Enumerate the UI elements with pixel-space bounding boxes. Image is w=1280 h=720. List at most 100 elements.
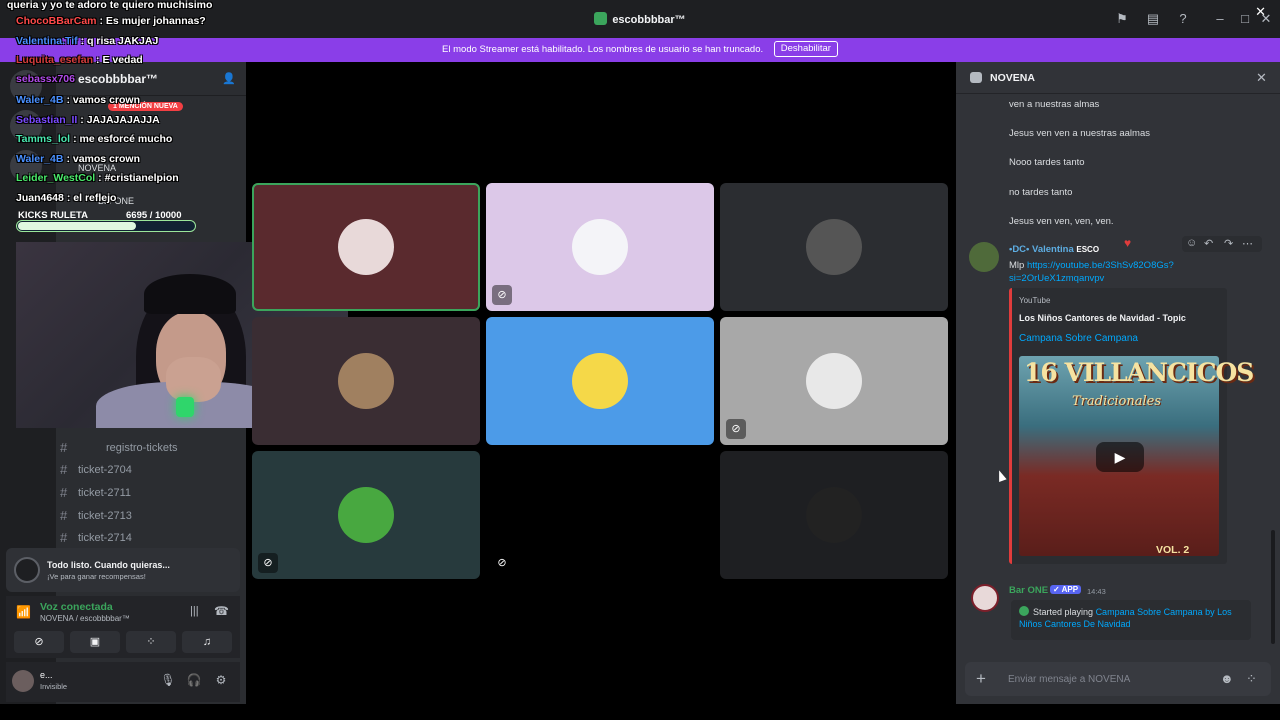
channel-registro-tickets[interactable]: # registro-tickets bbox=[60, 437, 240, 459]
banner-close-icon[interactable]: ✕ bbox=[1255, 0, 1266, 24]
avatar[interactable] bbox=[12, 670, 34, 692]
activities-button[interactable]: ⁘ bbox=[126, 631, 176, 653]
hash-icon: # bbox=[60, 530, 68, 545]
screen-share-button[interactable]: ▣ bbox=[70, 631, 120, 653]
forward-icon[interactable]: ↷ bbox=[1224, 237, 1233, 250]
avatar bbox=[806, 219, 862, 275]
soundboard-button[interactable]: ♫ bbox=[182, 631, 232, 653]
mute-icon: ⊘ bbox=[492, 553, 512, 573]
banner-text: El modo Streamer está habilitado. Los no… bbox=[442, 44, 764, 55]
channel-ticket-2704[interactable]: # ticket-2704 bbox=[60, 459, 240, 481]
emoji-icon[interactable]: ☻ bbox=[1220, 671, 1234, 686]
thread-title: NOVENA bbox=[990, 72, 1035, 84]
message-link[interactable]: https://youtube.be/3ShSv82O8Gs?si=2OrUeX… bbox=[1009, 260, 1174, 284]
help-icon[interactable]: ? bbox=[1175, 11, 1191, 27]
add-attachment-icon[interactable]: + bbox=[976, 669, 986, 689]
chat-text: : me esforcé mucho bbox=[73, 133, 173, 145]
webcam-hand bbox=[166, 357, 221, 402]
add-reaction-icon[interactable]: ☺ bbox=[1186, 237, 1197, 249]
microphone-icon[interactable]: 🎙 bbox=[160, 672, 176, 688]
message-author[interactable]: •DC• Valentina ESCO bbox=[1009, 244, 1099, 255]
embed-title[interactable]: Campana Sobre Campana bbox=[1019, 333, 1138, 344]
chat-text: : E vedad bbox=[96, 54, 143, 66]
overlay-chat-line: queria y yo te adoro te quiero muchisimo bbox=[4, 0, 212, 11]
channel-ticket-2714[interactable]: # ticket-2714 bbox=[60, 527, 240, 549]
more-options-icon[interactable]: ⋯ bbox=[1242, 237, 1253, 250]
chat-username: ChocoBBarCam bbox=[16, 15, 97, 27]
chat-text: : Es mujer johannas? bbox=[99, 15, 206, 27]
apps-icon[interactable]: ⁘ bbox=[1246, 671, 1257, 687]
channel-ticket-2713[interactable]: # ticket-2713 bbox=[60, 505, 240, 527]
chat-username: Waler_4B bbox=[16, 153, 64, 165]
chat-username: Leider_WestCol bbox=[16, 172, 96, 184]
rewards-notice[interactable] bbox=[6, 548, 240, 592]
video-tile[interactable]: ⊘ bbox=[486, 451, 714, 579]
minimize-icon[interactable]: – bbox=[1212, 11, 1228, 27]
user-status: Invisible bbox=[40, 682, 68, 691]
notice-subtitle: ¡Ve para ganar recompensas! bbox=[47, 572, 146, 581]
chat-message: Jesus ven ven a nuestras aalmas bbox=[1009, 128, 1150, 139]
user-name[interactable]: e... bbox=[40, 670, 53, 680]
chat-text: : vamos crown bbox=[66, 153, 140, 165]
avatar bbox=[338, 353, 394, 409]
noise-suppression-icon[interactable]: ||| bbox=[190, 605, 199, 617]
avatar bbox=[338, 219, 394, 275]
server-name[interactable]: escobbbbar™ bbox=[78, 72, 158, 86]
chat-text: : #cristianelpion bbox=[98, 172, 179, 184]
chat-message: Nooo tardes tanto bbox=[1009, 157, 1085, 168]
embed-author[interactable]: Los Niños Cantores de Navidad - Topic bbox=[1019, 313, 1186, 323]
message-input-placeholder[interactable]: Enviar mensaje a NOVENA bbox=[1008, 674, 1130, 685]
avatar bbox=[572, 353, 628, 409]
add-member-icon[interactable]: 👤 bbox=[222, 72, 236, 85]
channel-ticket-2711[interactable]: # ticket-2711 bbox=[60, 482, 240, 504]
video-tile[interactable] bbox=[486, 317, 714, 445]
discord-server-icon bbox=[594, 12, 608, 25]
streamer-mode-banner: El modo Streamer está habilitado. Los no… bbox=[0, 38, 1280, 62]
video-tile[interactable] bbox=[252, 183, 480, 311]
thumbnail-volume: VOL. 2 bbox=[1156, 544, 1190, 556]
hash-icon: # bbox=[60, 440, 68, 455]
avatar bbox=[338, 487, 394, 543]
avatar[interactable] bbox=[969, 242, 999, 272]
play-icon[interactable]: ▶ bbox=[1096, 442, 1144, 472]
maximize-icon[interactable]: □ bbox=[1237, 11, 1253, 27]
kick-goal-fill bbox=[18, 222, 136, 230]
settings-gear-icon[interactable]: ⚙ bbox=[213, 672, 229, 688]
inbox-icon[interactable]: ▤ bbox=[1145, 11, 1161, 27]
chat-text: queria y yo te adoro te quiero muchisimo bbox=[7, 0, 213, 11]
video-tile[interactable] bbox=[252, 317, 480, 445]
headphones-icon[interactable]: 🎧 bbox=[186, 672, 202, 688]
hash-icon: # bbox=[60, 508, 68, 523]
hash-icon: # bbox=[60, 485, 68, 500]
chat-username: Waler_4B bbox=[16, 94, 64, 106]
chat-username: Valentina.Tif bbox=[16, 35, 78, 47]
thread-close-icon[interactable]: ✕ bbox=[1256, 70, 1267, 86]
video-tile[interactable] bbox=[720, 183, 948, 311]
avatar bbox=[572, 219, 628, 275]
chat-username: Sebastian_II bbox=[16, 114, 78, 126]
overlay-chat-line: sebassx706 bbox=[16, 73, 78, 85]
video-tile[interactable]: ⊘ bbox=[486, 183, 714, 311]
voice-status: Voz conectada bbox=[40, 601, 113, 613]
reply-icon[interactable]: ↶ bbox=[1204, 237, 1213, 250]
avatar[interactable] bbox=[971, 584, 999, 612]
mute-icon: ⊘ bbox=[258, 553, 278, 573]
chat-username: Luquita_esefan bbox=[16, 54, 94, 66]
webcam-green-light bbox=[176, 397, 194, 417]
overlay-chat-line: Tamms_lol: me esforcé mucho bbox=[16, 133, 172, 145]
message-content: Mlp https://youtube.be/3ShSv82O8Gs?si=2O… bbox=[1009, 260, 1174, 284]
disconnect-icon[interactable]: ☎ bbox=[214, 604, 229, 618]
mute-icon: ⊘ bbox=[492, 285, 512, 305]
thumbnail-subtitle: Tradicionales bbox=[1072, 394, 1162, 409]
bot-name[interactable]: Bar ONE bbox=[1009, 585, 1048, 596]
video-tile[interactable]: ⊘ bbox=[720, 317, 948, 445]
video-tile[interactable]: ⊘ bbox=[252, 451, 480, 579]
chat-text: : q risa JAKJAJ bbox=[80, 35, 159, 47]
camera-toggle-button[interactable]: ⊘ bbox=[14, 631, 64, 653]
flag-icon[interactable]: ⚑ bbox=[1114, 11, 1130, 27]
signal-icon[interactable]: 📶 bbox=[16, 605, 31, 619]
video-tile[interactable] bbox=[720, 451, 948, 579]
voice-channel[interactable]: NOVENA / escobbbbar™ bbox=[40, 614, 130, 623]
scrollbar[interactable] bbox=[1271, 530, 1275, 644]
disable-streamer-button[interactable]: Deshabilitar bbox=[773, 41, 838, 57]
